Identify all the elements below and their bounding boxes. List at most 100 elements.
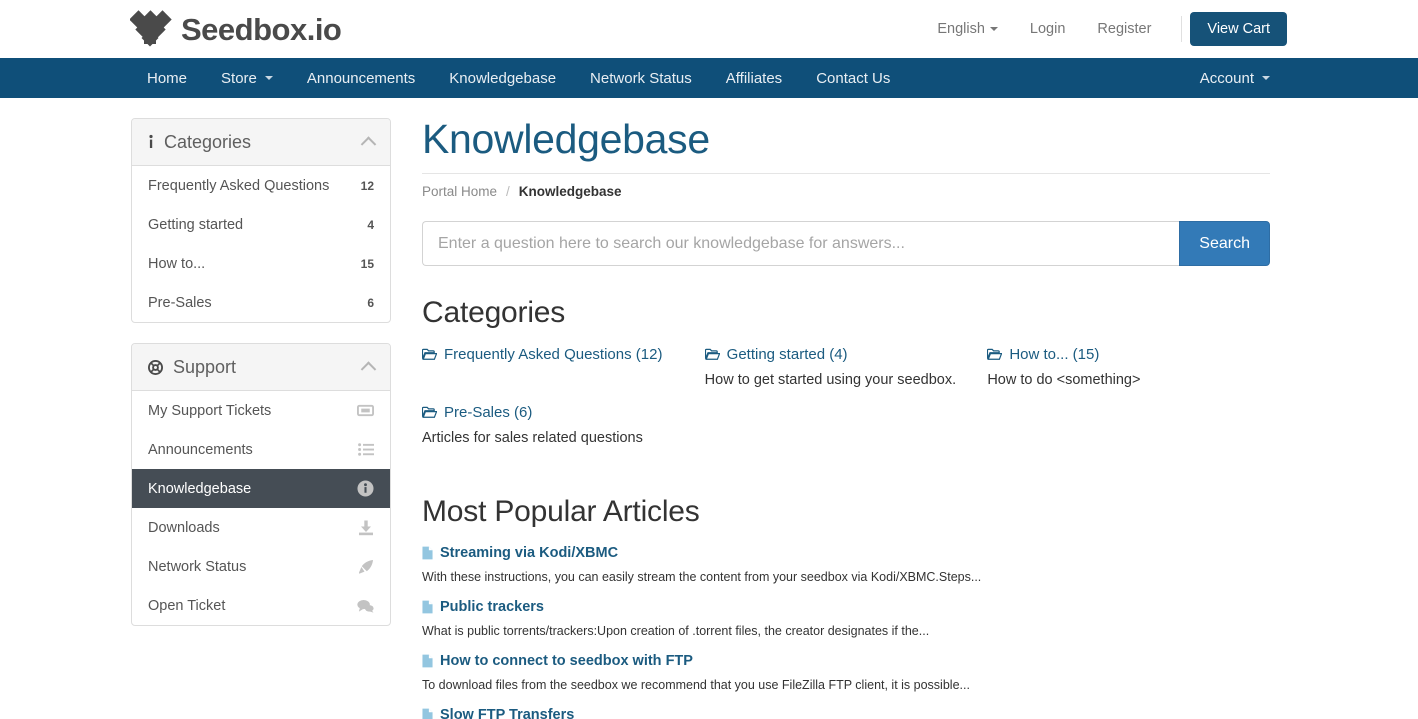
list-item: Frequently Asked Questions 12 [132,166,390,205]
folder-open-icon [987,348,1003,361]
list-icon [358,443,374,456]
categories-panel-title-wrap: Categories [148,132,251,153]
category-description: How to do <something> [987,372,1141,389]
categories-panel-header[interactable]: Categories [132,119,390,166]
nav-label: Account [1199,69,1254,87]
category-count: 6 [367,295,374,310]
nav-item-home[interactable]: Home [130,58,204,98]
diamond-cluster-logo-icon [129,9,172,49]
article-snippet: What is public torrents/trackers:Upon cr… [422,623,930,638]
category-count: 15 [360,256,374,271]
categories-panel-title: Categories [164,131,252,152]
language-selector[interactable]: English [921,21,1014,37]
login-link[interactable]: Login [1014,21,1081,37]
nav-item-store[interactable]: Store [204,58,290,98]
register-link[interactable]: Register [1081,21,1167,37]
file-text-icon [422,600,433,614]
knowledgebase-search: Search [422,221,1270,267]
sidebar: Categories Frequently Asked Questions 12… [131,118,391,719]
chevron-down-icon [1262,76,1270,80]
nav-item-knowledgebase[interactable]: Knowledgebase [432,58,573,98]
chevron-up-icon[interactable] [360,136,377,152]
category-link-pre-sales[interactable]: Pre-Sales (6) [422,404,532,421]
breadcrumb: Portal Home / Knowledgebase [422,184,1270,199]
page-title: Knowledgebase [422,116,710,162]
chevron-down-icon [989,27,998,32]
file-text-icon [422,654,433,668]
category-link-label: How to... (15) [1009,346,1100,364]
nav-item-announcements[interactable]: Announcements [290,58,432,98]
category-link-label: Pre-Sales (6) [444,404,533,422]
article-link-streaming-via-kodi-xbmc[interactable]: Streaming via Kodi/XBMC [422,545,618,561]
list-item: How to... 15 [132,244,390,283]
category-link-faq[interactable]: Frequently Asked Questions (12) [422,346,662,363]
support-item-label: Announcements [148,441,253,458]
main-content: Knowledgebase Portal Home / Knowledgebas… [422,116,1270,719]
search-button[interactable]: Search [1179,221,1270,267]
categories-section-title: Categories [422,296,566,330]
nav-label: Knowledgebase [449,69,557,87]
sidebar-category-pre-sales[interactable]: Pre-Sales 6 [132,283,390,322]
nav-label: Network Status [590,69,692,87]
sidebar-category-faq[interactable]: Frequently Asked Questions 12 [132,166,390,205]
site-logo[interactable]: Seedbox.io [129,9,342,49]
sidebar-category-how-to[interactable]: How to... 15 [132,244,390,283]
list-item: Open Ticket [132,586,390,625]
nav-item-contact-us[interactable]: Contact Us [799,58,907,98]
category-link-label: Getting started (4) [726,346,848,364]
categories-list: Frequently Asked Questions 12 Getting st… [132,166,390,322]
sidebar-item-knowledgebase[interactable]: Knowledgebase [132,469,390,508]
article-item: Public trackers What is public torrents/… [422,599,1270,640]
sidebar-categories-panel: Categories Frequently Asked Questions 12… [131,118,391,323]
list-item: Downloads [132,508,390,547]
nav-item-affiliates[interactable]: Affiliates [709,58,799,98]
article-link-how-to-connect-to-seedbox-with-ftp[interactable]: How to connect to seedbox with FTP [422,653,693,669]
lifebuoy-icon [148,359,163,375]
chevron-down-icon [264,76,273,80]
nav-items: Home Store Announcements Knowledgebase N… [130,58,907,98]
nav-account-area: Account [1183,58,1287,98]
support-item-label: Downloads [148,519,220,536]
category-cell: How to... (15) How to do <something> [987,346,1270,390]
article-title-text: Streaming via Kodi/XBMC [440,544,619,561]
article-snippet: To download files from the seedbox we re… [422,677,970,692]
sidebar-support-panel: Support My Support Tickets Announcements… [131,343,391,626]
category-description: How to get started using your seedbox. [704,372,957,389]
categories-grid: Frequently Asked Questions (12) Getting … [422,346,1270,463]
header-utility-nav: English Login Register View Cart [921,0,1287,58]
chevron-up-icon[interactable] [360,361,377,377]
nav-item-network-status[interactable]: Network Status [573,58,709,98]
main-navigation: Home Store Announcements Knowledgebase N… [0,58,1418,98]
category-link-how-to[interactable]: How to... (15) [987,346,1099,363]
nav-item-account[interactable]: Account [1183,58,1287,98]
category-link-getting-started[interactable]: Getting started (4) [704,346,848,364]
sidebar-item-my-support-tickets[interactable]: My Support Tickets [132,391,390,430]
article-title-text: Slow FTP Transfers [440,707,575,719]
support-item-label: My Support Tickets [148,402,272,419]
search-input[interactable] [422,221,1180,267]
article-link-public-trackers[interactable]: Public trackers [422,599,544,615]
view-cart-button[interactable]: View Cart [1190,12,1287,46]
nav-label: Home [147,69,188,87]
site-header: Seedbox.io English Login Register View C… [0,0,1418,58]
article-item: Slow FTP Transfers It is very common tha… [422,707,1270,719]
sidebar-item-announcements[interactable]: Announcements [132,430,390,469]
breadcrumb-portal-home[interactable]: Portal Home [422,184,497,199]
category-count: 12 [360,178,374,193]
support-panel-header[interactable]: Support [132,344,390,391]
article-link-slow-ftp-transfers[interactable]: Slow FTP Transfers [422,707,574,719]
list-item: Getting started 4 [132,205,390,244]
sidebar-item-downloads[interactable]: Downloads [132,508,390,547]
breadcrumb-current: Knowledgebase [518,184,622,200]
support-item-label: Open Ticket [148,597,226,614]
category-label: Getting started [148,216,244,233]
rocket-icon [358,559,374,575]
article-title-text: How to connect to seedbox with FTP [440,652,693,669]
article-item: How to connect to seedbox with FTP To do… [422,653,1270,694]
sidebar-item-network-status[interactable]: Network Status [132,547,390,586]
info-icon [148,134,154,150]
sidebar-item-open-ticket[interactable]: Open Ticket [132,586,390,625]
sidebar-category-getting-started[interactable]: Getting started 4 [132,205,390,244]
ticket-icon [357,404,374,417]
file-text-icon [422,708,433,719]
